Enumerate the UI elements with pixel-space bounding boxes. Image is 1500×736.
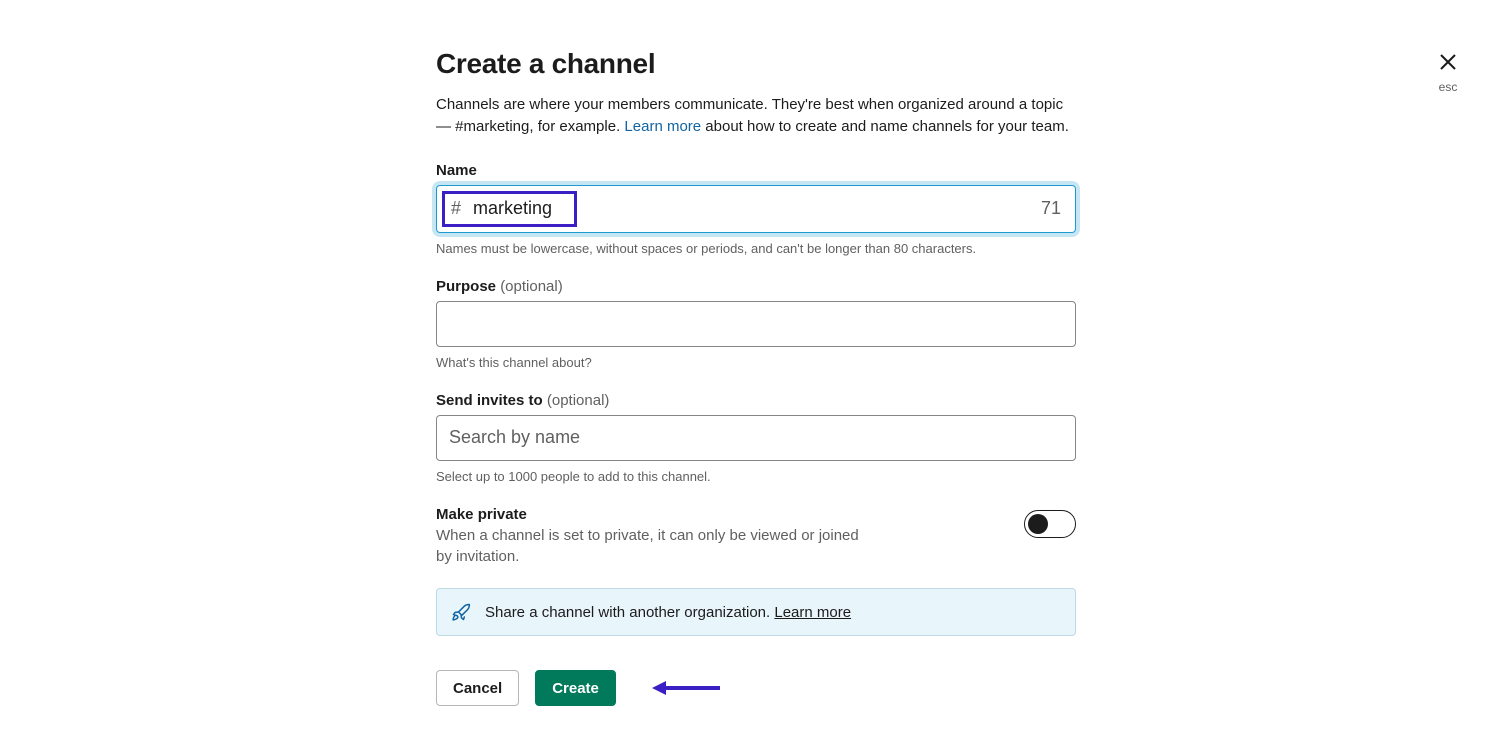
purpose-label-text: Purpose [436, 278, 500, 295]
create-channel-modal: Create a channel Channels are where your… [436, 48, 1076, 706]
share-learn-more-link[interactable]: Learn more [774, 604, 851, 621]
share-banner-text-inner: Share a channel with another organizatio… [485, 604, 774, 621]
name-field-block: Name # 71 Names must be lowercase, witho… [436, 162, 1076, 256]
annotation-arrow [652, 678, 722, 698]
invites-help: Select up to 1000 people to add to this … [436, 469, 1076, 484]
toggle-knob [1028, 514, 1048, 534]
modal-description: Channels are where your members communic… [436, 94, 1076, 138]
modal-footer: Cancel Create [436, 670, 1076, 706]
modal-description-text-after: about how to create and name channels fo… [701, 118, 1069, 135]
private-desc: When a channel is set to private, it can… [436, 525, 866, 569]
share-banner-text: Share a channel with another organizatio… [485, 604, 851, 621]
close-icon [1438, 52, 1458, 78]
share-banner: Share a channel with another organizatio… [436, 588, 1076, 636]
private-row: Make private When a channel is set to pr… [436, 506, 1076, 569]
private-toggle[interactable] [1024, 510, 1076, 538]
hash-icon: # [451, 198, 461, 219]
name-input-wrapper: # 71 [436, 185, 1076, 233]
invites-label: Send invites to (optional) [436, 392, 1076, 409]
modal-title: Create a channel [436, 48, 1076, 80]
char-remaining: 71 [1041, 198, 1061, 219]
cancel-button[interactable]: Cancel [436, 670, 519, 706]
invites-field-block: Send invites to (optional) Select up to … [436, 392, 1076, 484]
private-text: Make private When a channel is set to pr… [436, 506, 866, 569]
invites-label-text: Send invites to [436, 392, 547, 409]
create-button[interactable]: Create [535, 670, 616, 706]
private-title: Make private [436, 506, 866, 523]
name-help: Names must be lowercase, without spaces … [436, 241, 1076, 256]
learn-more-link[interactable]: Learn more [624, 118, 701, 135]
name-label: Name [436, 162, 1076, 179]
channel-name-input[interactable] [473, 198, 1041, 219]
rocket-icon [451, 602, 471, 622]
purpose-optional: (optional) [500, 278, 563, 295]
purpose-label: Purpose (optional) [436, 278, 1076, 295]
purpose-input[interactable] [436, 301, 1076, 347]
close-label: esc [1439, 80, 1458, 94]
purpose-help: What's this channel about? [436, 355, 1076, 370]
invites-optional: (optional) [547, 392, 610, 409]
close-button[interactable]: esc [1438, 52, 1458, 94]
invites-input[interactable] [436, 415, 1076, 461]
purpose-field-block: Purpose (optional) What's this channel a… [436, 278, 1076, 370]
